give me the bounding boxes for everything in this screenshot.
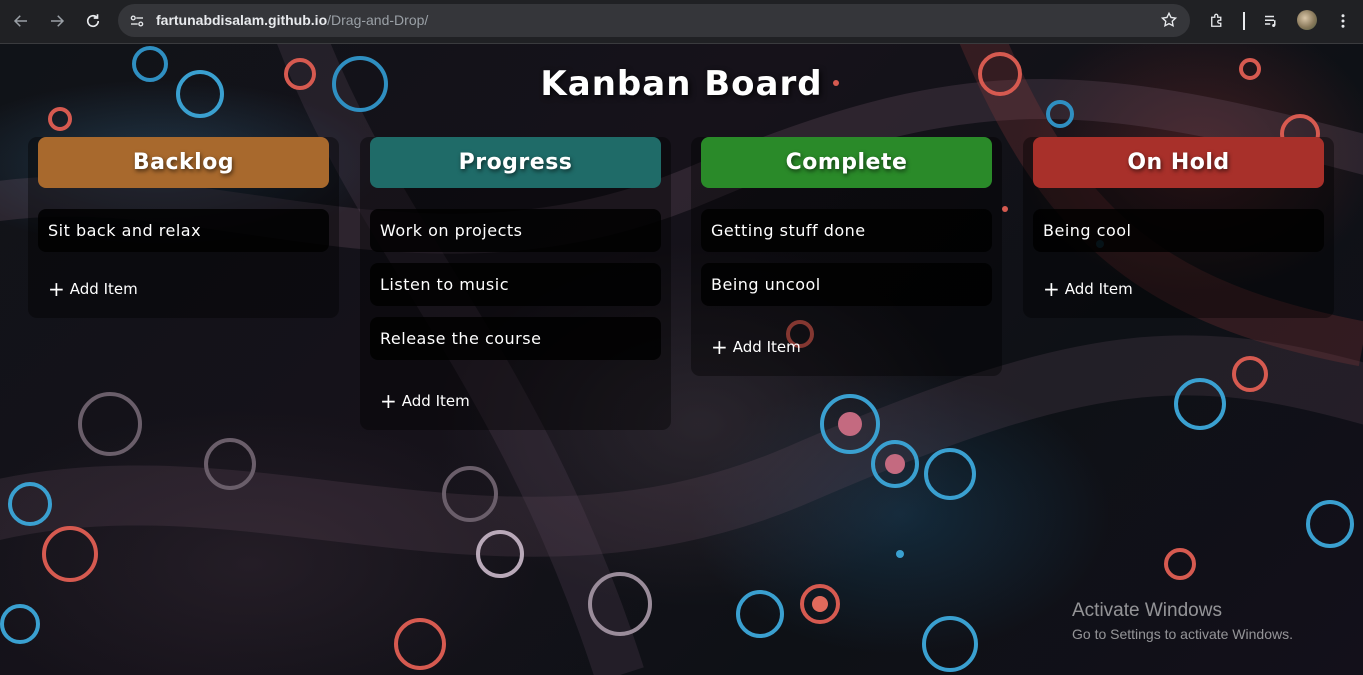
browser-menu-button[interactable] (1330, 8, 1356, 34)
address-bar[interactable]: fartunabdisalam.github.io/Drag-and-Drop/ (118, 4, 1190, 37)
site-settings-icon[interactable] (128, 12, 146, 30)
profile-avatar[interactable] (1297, 10, 1317, 30)
back-button[interactable] (8, 8, 34, 34)
reading-list-button[interactable] (1258, 8, 1284, 34)
extensions-button[interactable] (1204, 8, 1230, 34)
puzzle-icon (1211, 13, 1222, 27)
plus-icon: + (1043, 277, 1060, 301)
arrow-right-icon (51, 15, 65, 27)
plus-icon: + (711, 335, 728, 359)
arrow-left-icon (13, 15, 27, 27)
column-progress[interactable]: Progress Work on projects Listen to musi… (360, 137, 671, 430)
add-item-label: Add Item (1064, 280, 1133, 298)
activate-windows-watermark: Activate Windows Go to Settings to activ… (1072, 600, 1293, 642)
column-header-backlog: Backlog (38, 137, 329, 188)
add-item-button[interactable]: + Add Item (380, 388, 470, 414)
add-item-button[interactable]: + Add Item (1043, 276, 1133, 302)
column-backlog[interactable]: Backlog Sit back and relax + Add Item (28, 137, 339, 318)
reload-icon (86, 14, 100, 28)
kebab-menu-icon (1341, 14, 1345, 28)
toolbar-divider (1243, 12, 1245, 30)
card-item[interactable]: Getting stuff done (701, 209, 992, 252)
card-item[interactable]: Being uncool (701, 263, 992, 306)
plus-icon: + (380, 389, 397, 413)
card-item[interactable]: Being cool (1033, 209, 1324, 252)
column-header-complete: Complete (701, 137, 992, 188)
url-host: fartunabdisalam.github.io (156, 12, 328, 28)
add-item-label: Add Item (69, 280, 138, 298)
media-queue-icon (1265, 15, 1276, 27)
card-item[interactable]: Work on projects (370, 209, 661, 252)
watermark-title: Activate Windows (1072, 600, 1222, 621)
forward-button[interactable] (44, 8, 70, 34)
url-text[interactable]: fartunabdisalam.github.io/Drag-and-Drop/ (156, 12, 428, 28)
page-viewport: Kanban Board Backlog Sit back and relax … (0, 44, 1363, 675)
url-path: /Drag-and-Drop/ (327, 12, 429, 28)
plus-icon: + (48, 277, 65, 301)
column-header-on-hold: On Hold (1033, 137, 1324, 188)
add-item-label: Add Item (732, 338, 801, 356)
card-item[interactable]: Release the course (370, 317, 661, 360)
reload-button[interactable] (80, 8, 106, 34)
page-title: Kanban Board (540, 64, 823, 104)
add-item-label: Add Item (401, 392, 470, 410)
bookmark-star-icon[interactable] (1160, 11, 1178, 29)
column-complete[interactable]: Complete Getting stuff done Being uncool… (691, 137, 1002, 376)
watermark-subtitle: Go to Settings to activate Windows. (1072, 626, 1293, 642)
card-item[interactable]: Listen to music (370, 263, 661, 306)
add-item-button[interactable]: + Add Item (711, 334, 801, 360)
card-item[interactable]: Sit back and relax (38, 209, 329, 252)
column-on-hold[interactable]: On Hold Being cool + Add Item (1023, 137, 1334, 318)
browser-toolbar: fartunabdisalam.github.io/Drag-and-Drop/ (0, 0, 1363, 44)
add-item-button[interactable]: + Add Item (48, 276, 138, 302)
column-header-progress: Progress (370, 137, 661, 188)
